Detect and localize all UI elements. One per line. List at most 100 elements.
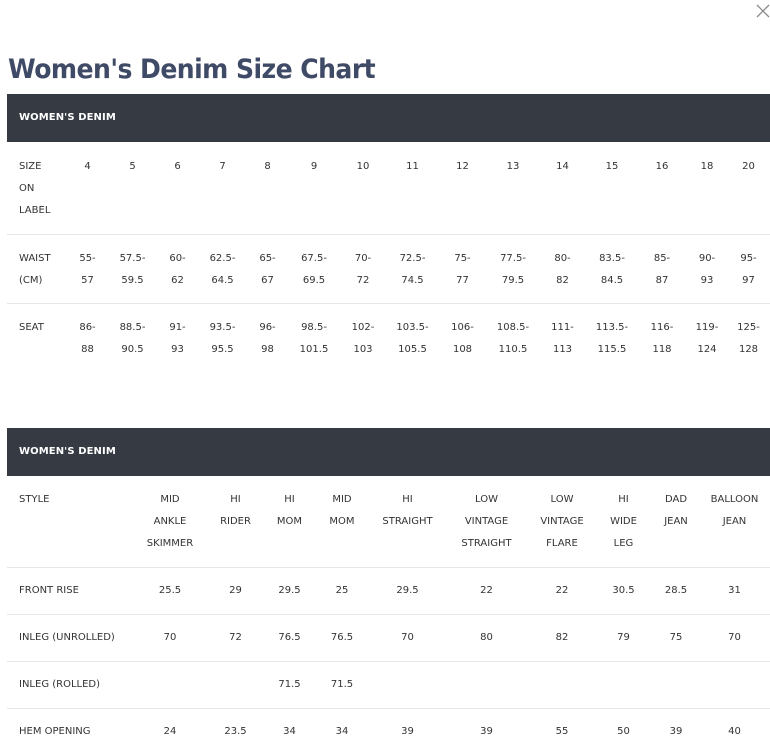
table-cell: 10 [338, 142, 388, 235]
table-cell: 91- 93 [169, 321, 186, 355]
table-cell: 119- 124 [695, 321, 719, 355]
table-cell: 40 [728, 725, 741, 737]
table-cell: 16 [637, 142, 687, 235]
table-cell: 5 [110, 142, 155, 235]
table-cell: 60- 62 [155, 234, 200, 304]
table-cell: 57.5- 59.5 [110, 234, 155, 304]
table-cell: 24 [163, 725, 177, 737]
table-cell: 75 [653, 614, 699, 662]
table-cell: HI RIDER [204, 476, 267, 568]
table-cell: 55 [555, 725, 569, 737]
row-label: HEM OPENING [19, 725, 91, 737]
table-cell: 102- 103 [351, 321, 375, 355]
close-icon [756, 4, 770, 18]
table-cell: 39 [480, 725, 493, 737]
table-row: SEAT 86- 88 88.5- 90.5 91- 93 93.5- 95.5 96- 98 98.… [7, 303, 770, 373]
table-cell: 75- 77 [437, 234, 488, 304]
table-cell: 29.5 [267, 567, 312, 615]
table-cell: HI WIDE LEG [594, 476, 653, 568]
table-cell: 8 [245, 142, 290, 235]
table-row: INLEG (UNROLLED) 70 72 76.5 76.5 70 80 82 79 75 70 [7, 614, 770, 662]
table-cell: 62.5- 64.5 [200, 234, 245, 304]
table-cell [136, 661, 204, 709]
table-cell: 25 [312, 567, 372, 615]
table-cell: 34 [283, 725, 296, 737]
table-cell: 93.5- 95.5 [209, 321, 236, 355]
table-cell: 70 [136, 614, 204, 662]
table-cell: 4 [65, 142, 110, 235]
table-cell: MID ANKLE SKIMMER [136, 476, 204, 568]
row-label: SEAT [19, 321, 44, 333]
table-cell: 34 [335, 725, 349, 737]
table-cell [594, 661, 653, 709]
row-label: INLEG (UNROLLED) [7, 614, 136, 662]
table-cell: 20 [727, 142, 770, 235]
row-label: WAIST (CM) [7, 234, 65, 304]
table-cell: 12 [437, 142, 488, 235]
table-cell: 29.5 [372, 567, 443, 615]
table-cell: 90- 93 [687, 234, 727, 304]
table-cell: 72 [204, 614, 267, 662]
row-label: FRONT RISE [7, 567, 136, 615]
table-cell: 82 [530, 614, 594, 662]
table-cell: 116- 118 [650, 321, 674, 355]
table-cell [443, 661, 530, 709]
table-cell: 103.5- 105.5 [396, 321, 429, 355]
table-row: STYLE MID ANKLE SKIMMER HI RIDER HI MOM MID MOM HI… [7, 476, 770, 568]
table-cell: 70 [699, 614, 770, 662]
fit-table-body: STYLE MID ANKLE SKIMMER HI RIDER HI MOM MID MOM HI… [7, 476, 770, 755]
table-row: INLEG (ROLLED) 71.5 71.5 [7, 661, 770, 709]
table-cell: 71.5 [312, 661, 372, 709]
table-cell: 30.5 [594, 567, 653, 615]
table-cell: 98.5- 101.5 [299, 321, 329, 355]
table-cell: 72.5- 74.5 [388, 234, 437, 304]
table-cell: 9 [290, 142, 338, 235]
table-cell [204, 661, 267, 709]
table-cell: 70- 72 [338, 234, 388, 304]
row-label: INLEG (ROLLED) [7, 661, 136, 709]
table-cell: 39 [669, 725, 683, 737]
table-cell: MID MOM [312, 476, 372, 568]
table-cell: 80 [443, 614, 530, 662]
table-cell: 111- 113 [551, 321, 574, 355]
table-row: HEM OPENING 24 23.5 34 34 39 39 55 50 39 40 [7, 708, 770, 755]
table-cell: 15 [587, 142, 637, 235]
table-cell: 88.5- 90.5 [119, 321, 146, 355]
table-cell: 11 [388, 142, 437, 235]
table-cell: 7 [200, 142, 245, 235]
table-row: SIZE ON LABEL 4 5 6 7 8 9 10 11 12 13 14 15 16 18 20 [7, 142, 770, 235]
section-band-title: WOMEN'S DENIM [7, 94, 770, 142]
table-cell [699, 661, 770, 709]
table-cell [653, 661, 699, 709]
table-cell: LOW VINTAGE STRAIGHT [443, 476, 530, 568]
close-button[interactable] [755, 3, 770, 19]
table-cell: 85- 87 [637, 234, 687, 304]
table-cell: 18 [687, 142, 727, 235]
table-cell: BALLOON JEAN [699, 476, 770, 568]
table-cell: HI MOM [267, 476, 312, 568]
fit-table: STYLE MID ANKLE SKIMMER HI RIDER HI MOM MID MOM HI… [7, 476, 770, 755]
table-cell: 79 [594, 614, 653, 662]
table-cell: 22 [443, 567, 530, 615]
table-cell: 108.5- 110.5 [496, 321, 530, 355]
table-row: WAIST (CM) 55- 57 57.5- 59.5 60- 62 62.5- 64.5 65-… [7, 234, 770, 304]
table-cell [530, 661, 594, 709]
table-cell: 70 [372, 614, 443, 662]
table-cell: 29 [204, 567, 267, 615]
table-cell: HI STRAIGHT [372, 476, 443, 568]
table-cell: 28.5 [653, 567, 699, 615]
table-cell: 65- 67 [245, 234, 290, 304]
table-cell: 22 [530, 567, 594, 615]
table-cell: DAD JEAN [653, 476, 699, 568]
table-cell: 80- 82 [538, 234, 587, 304]
table-cell: 25.5 [136, 567, 204, 615]
row-label: STYLE [7, 476, 136, 568]
table-cell [372, 661, 443, 709]
table-cell: 71.5 [267, 661, 312, 709]
table-cell: 13 [488, 142, 538, 235]
table-cell: 6 [155, 142, 200, 235]
table-cell: 50 [617, 725, 630, 737]
table-cell: 125- 128 [737, 321, 760, 355]
table-cell: 31 [699, 567, 770, 615]
table-cell: 106- 108 [451, 321, 474, 355]
